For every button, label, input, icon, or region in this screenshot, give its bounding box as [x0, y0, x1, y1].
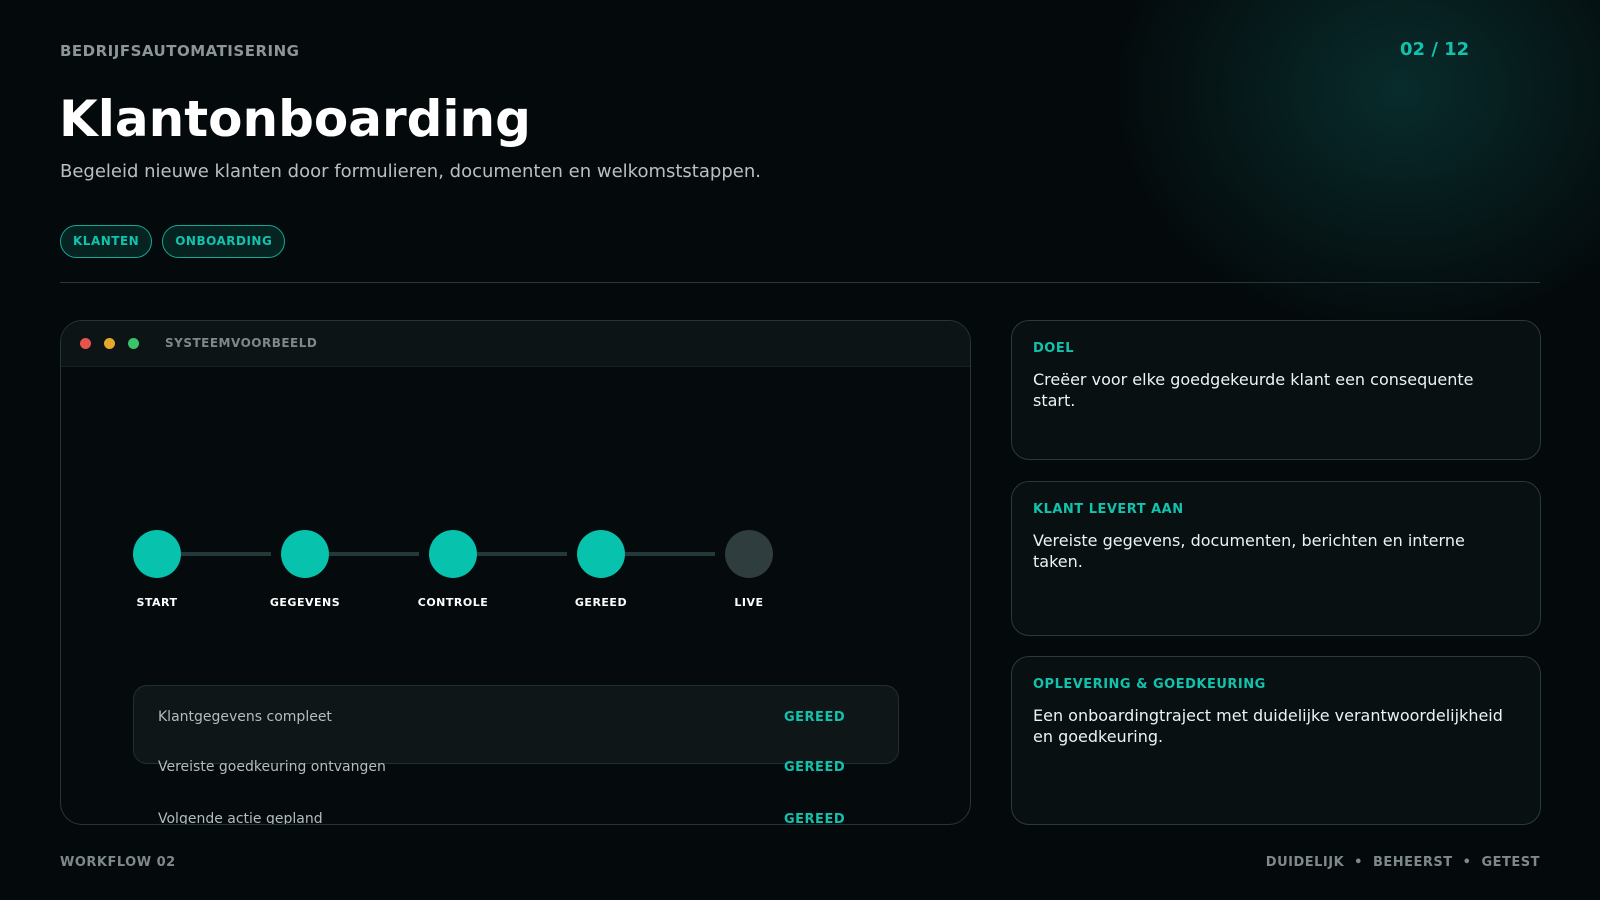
checklist-row[interactable]: Vereiste goedkeuring ontvangen GEREED: [133, 737, 899, 789]
step-label-gegevens: GEGEVENS: [269, 596, 341, 609]
checklist-row[interactable]: Volgende actie gepland GEREED: [133, 789, 899, 825]
card-goal: DOEL Creëer voor elke goedgekeurde klant…: [1011, 320, 1541, 460]
tag-list: KLANTEN ONBOARDING: [60, 225, 286, 258]
step-dot-live: [725, 530, 773, 578]
step-label-start: START: [136, 596, 178, 609]
step-dot-start: [133, 530, 181, 578]
card-body: Vereiste gegevens, documenten, berichten…: [1033, 531, 1465, 571]
card-title: KLANT LEVERT AAN: [1033, 502, 1184, 517]
system-preview-window: SYSTEEMVOORBEELD START GEGEVENS CONTROLE…: [60, 320, 971, 825]
footer-separator: •: [1462, 855, 1472, 870]
footer-workflow-label: WORKFLOW 02: [60, 855, 176, 870]
step-connector: [477, 552, 567, 556]
footer-separator: •: [1354, 855, 1363, 870]
footer-quality: DUIDELIJK: [1265, 855, 1345, 870]
step-dot-controle: [429, 530, 477, 578]
divider: [60, 282, 1540, 283]
page-subtitle: Begeleid nieuwe klanten door formulieren…: [60, 161, 761, 182]
footer-quality: BEHEERST: [1372, 855, 1453, 870]
checklist-item-text: Klantgegevens compleet: [158, 709, 332, 725]
status-badge: GEREED: [784, 812, 846, 825]
step-connector: [329, 552, 419, 556]
card-client-input: KLANT LEVERT AAN Vereiste gegevens, docu…: [1011, 481, 1541, 636]
checklist: Klantgegevens compleet GEREED Vereiste g…: [133, 685, 899, 825]
step-label-live: LIVE: [734, 596, 764, 609]
footer-qualities: DUIDELIJK • BEHEERST • GETEST: [1266, 855, 1540, 870]
card-title: OPLEVERING & GOEDKEURING: [1033, 677, 1266, 692]
tag-onboarding[interactable]: ONBOARDING: [162, 225, 286, 258]
step-label-controle: CONTROLE: [417, 596, 489, 609]
status-badge: GEREED: [784, 760, 846, 775]
card-body: Een onboardingtraject met duidelijke ver…: [1033, 706, 1503, 746]
card-body: Creëer voor elke goedgekeurde klant een …: [1033, 370, 1474, 410]
slide: BEDRIJFSAUTOMATISERING 02 / 12 Klantonbo…: [0, 0, 1600, 900]
step-connector: [625, 552, 715, 556]
checklist-item-text: Vereiste goedkeuring ontvangen: [158, 759, 386, 775]
status-badge: GEREED: [784, 710, 846, 725]
card-title: DOEL: [1033, 341, 1075, 356]
eyebrow-label: BEDRIJFSAUTOMATISERING: [60, 42, 300, 60]
step-dot-gereed: [577, 530, 625, 578]
step-label-gereed: GEREED: [574, 596, 628, 609]
page-indicator: 02 / 12: [1400, 39, 1470, 60]
footer-quality: GETEST: [1481, 855, 1540, 870]
step-dot-gegevens: [281, 530, 329, 578]
card-delivery-approval: OPLEVERING & GOEDKEURING Een onboardingt…: [1011, 656, 1541, 825]
checklist-item-text: Volgende actie gepland: [158, 811, 323, 825]
page-title: Klantonboarding: [59, 90, 531, 148]
tag-klanten[interactable]: KLANTEN: [60, 225, 153, 258]
step-connector: [181, 552, 271, 556]
